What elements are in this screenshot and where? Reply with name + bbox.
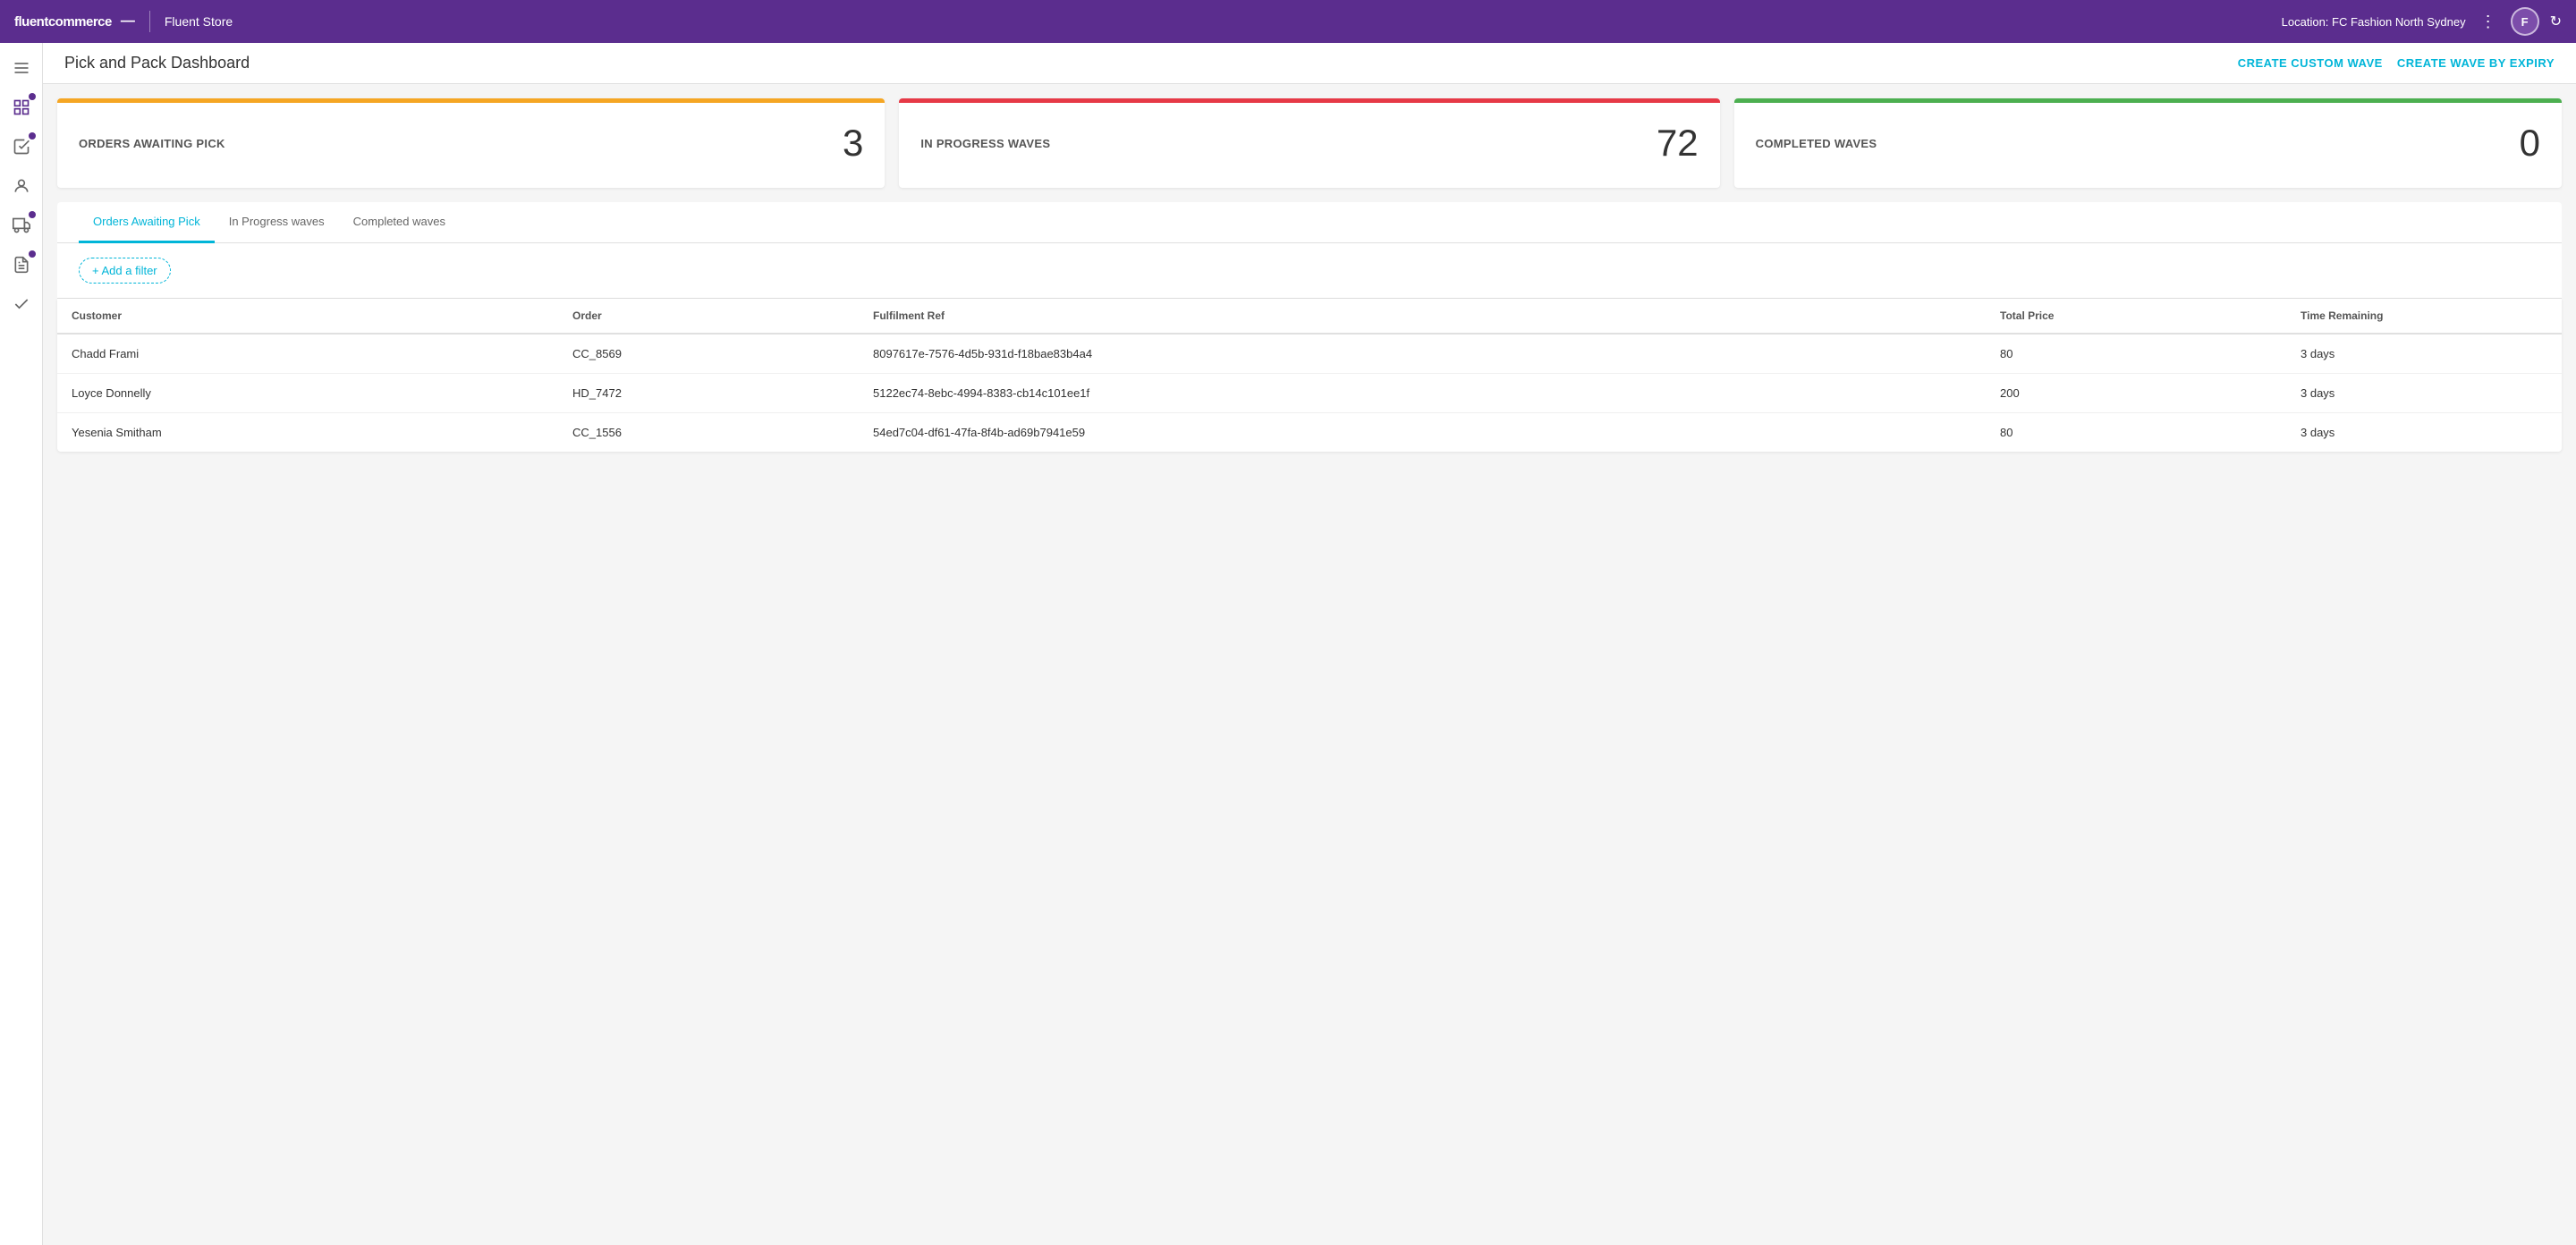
cell-customer-0: Chadd Frami <box>57 334 558 374</box>
add-filter-button[interactable]: + Add a filter <box>79 258 171 284</box>
refresh-icon[interactable]: ↻ <box>2550 13 2562 30</box>
cell-customer-2: Yesenia Smitham <box>57 413 558 453</box>
card-label-2: IN PROGRESS WAVES <box>920 137 1050 150</box>
cell-fulfilment-2: 54ed7c04-df61-47fa-8f4b-ad69b7941e59 <box>859 413 1986 453</box>
card-label-3: COMPLETED WAVES <box>1756 137 1877 150</box>
cell-price-0: 80 <box>1986 334 2286 374</box>
sidebar-item-dashboard[interactable] <box>4 89 39 125</box>
page-title: Pick and Pack Dashboard <box>64 54 250 72</box>
cell-order-2: CC_1556 <box>558 413 859 453</box>
logo-text: fluentcommerce <box>14 14 112 30</box>
cell-time-0: 3 days <box>2286 334 2562 374</box>
store-name: Fluent Store <box>165 14 233 29</box>
table-row: Loyce Donnelly HD_7472 5122ec74-8ebc-499… <box>57 374 2562 413</box>
tab-in-progress-waves[interactable]: In Progress waves <box>215 202 339 243</box>
sidebar <box>0 43 43 1245</box>
sidebar-item-check[interactable] <box>4 286 39 322</box>
top-nav: fluentcommerce — Fluent Store Location: … <box>0 0 2576 43</box>
table-container: Customer Order Fulfilment Ref Total Pric… <box>57 299 2562 452</box>
table-header: Customer Order Fulfilment Ref Total Pric… <box>57 299 2562 334</box>
cell-time-2: 3 days <box>2286 413 2562 453</box>
filter-row: + Add a filter <box>57 243 2562 299</box>
card-value-1: 3 <box>843 122 863 165</box>
cell-price-2: 80 <box>1986 413 2286 453</box>
sidebar-orders-badge <box>29 132 36 140</box>
cell-fulfilment-0: 8097617e-7576-4d5b-931d-f18bae83b4a4 <box>859 334 1986 374</box>
create-custom-wave-link[interactable]: CREATE CUSTOM WAVE <box>2238 56 2383 70</box>
nav-divider <box>149 11 150 32</box>
tab-completed-waves[interactable]: Completed waves <box>339 202 460 243</box>
layout: Pick and Pack Dashboard CREATE CUSTOM WA… <box>0 43 2576 1245</box>
sidebar-badge <box>29 93 36 100</box>
col-header-customer: Customer <box>57 299 558 334</box>
sidebar-delivery-badge <box>29 211 36 218</box>
cell-fulfilment-1: 5122ec74-8ebc-4994-8383-cb14c101ee1f <box>859 374 1986 413</box>
more-options-icon[interactable]: ⋮ <box>2477 9 2500 35</box>
table-row: Yesenia Smitham CC_1556 54ed7c04-df61-47… <box>57 413 2562 453</box>
cell-customer-1: Loyce Donnelly <box>57 374 558 413</box>
sidebar-item-orders[interactable] <box>4 129 39 165</box>
card-orders-awaiting: ORDERS AWAITING PICK 3 <box>57 98 885 188</box>
logo[interactable]: fluentcommerce — <box>14 13 135 30</box>
cell-order-0: CC_8569 <box>558 334 859 374</box>
card-bar-1 <box>57 98 885 103</box>
table-body: Chadd Frami CC_8569 8097617e-7576-4d5b-9… <box>57 334 2562 452</box>
header-actions: CREATE CUSTOM WAVE CREATE WAVE BY EXPIRY <box>2238 56 2555 70</box>
card-value-3: 0 <box>2520 122 2540 165</box>
tab-orders-awaiting-pick[interactable]: Orders Awaiting Pick <box>79 202 215 243</box>
col-header-price: Total Price <box>1986 299 2286 334</box>
orders-table: Customer Order Fulfilment Ref Total Pric… <box>57 299 2562 452</box>
location-text: Location: FC Fashion North Sydney <box>2282 15 2466 29</box>
card-label-1: ORDERS AWAITING PICK <box>79 137 225 150</box>
create-wave-by-expiry-link[interactable]: CREATE WAVE BY EXPIRY <box>2397 56 2555 70</box>
sidebar-reports-badge <box>29 250 36 258</box>
card-bar-3 <box>1734 98 2562 103</box>
sidebar-item-delivery[interactable] <box>4 208 39 243</box>
card-value-2: 72 <box>1657 122 1699 165</box>
sidebar-item-reports[interactable] <box>4 247 39 283</box>
logo-symbol: — <box>121 13 135 30</box>
nav-right: Location: FC Fashion North Sydney ⋮ F ↻ <box>2282 7 2562 36</box>
card-completed: COMPLETED WAVES 0 <box>1734 98 2562 188</box>
col-header-fulfilment: Fulfilment Ref <box>859 299 1986 334</box>
cell-order-1: HD_7472 <box>558 374 859 413</box>
col-header-time: Time Remaining <box>2286 299 2562 334</box>
cell-time-1: 3 days <box>2286 374 2562 413</box>
table-row: Chadd Frami CC_8569 8097617e-7576-4d5b-9… <box>57 334 2562 374</box>
page-header: Pick and Pack Dashboard CREATE CUSTOM WA… <box>43 43 2576 84</box>
main-content: Pick and Pack Dashboard CREATE CUSTOM WA… <box>43 43 2576 1245</box>
cell-price-1: 200 <box>1986 374 2286 413</box>
avatar[interactable]: F <box>2511 7 2539 36</box>
cards-row: ORDERS AWAITING PICK 3 IN PROGRESS WAVES… <box>43 84 2576 202</box>
sidebar-item-menu[interactable] <box>4 50 39 86</box>
sidebar-item-users[interactable] <box>4 168 39 204</box>
tabs-bar: Orders Awaiting Pick In Progress waves C… <box>57 202 2562 243</box>
card-in-progress: IN PROGRESS WAVES 72 <box>899 98 1719 188</box>
col-header-order: Order <box>558 299 859 334</box>
card-bar-2 <box>899 98 1719 103</box>
